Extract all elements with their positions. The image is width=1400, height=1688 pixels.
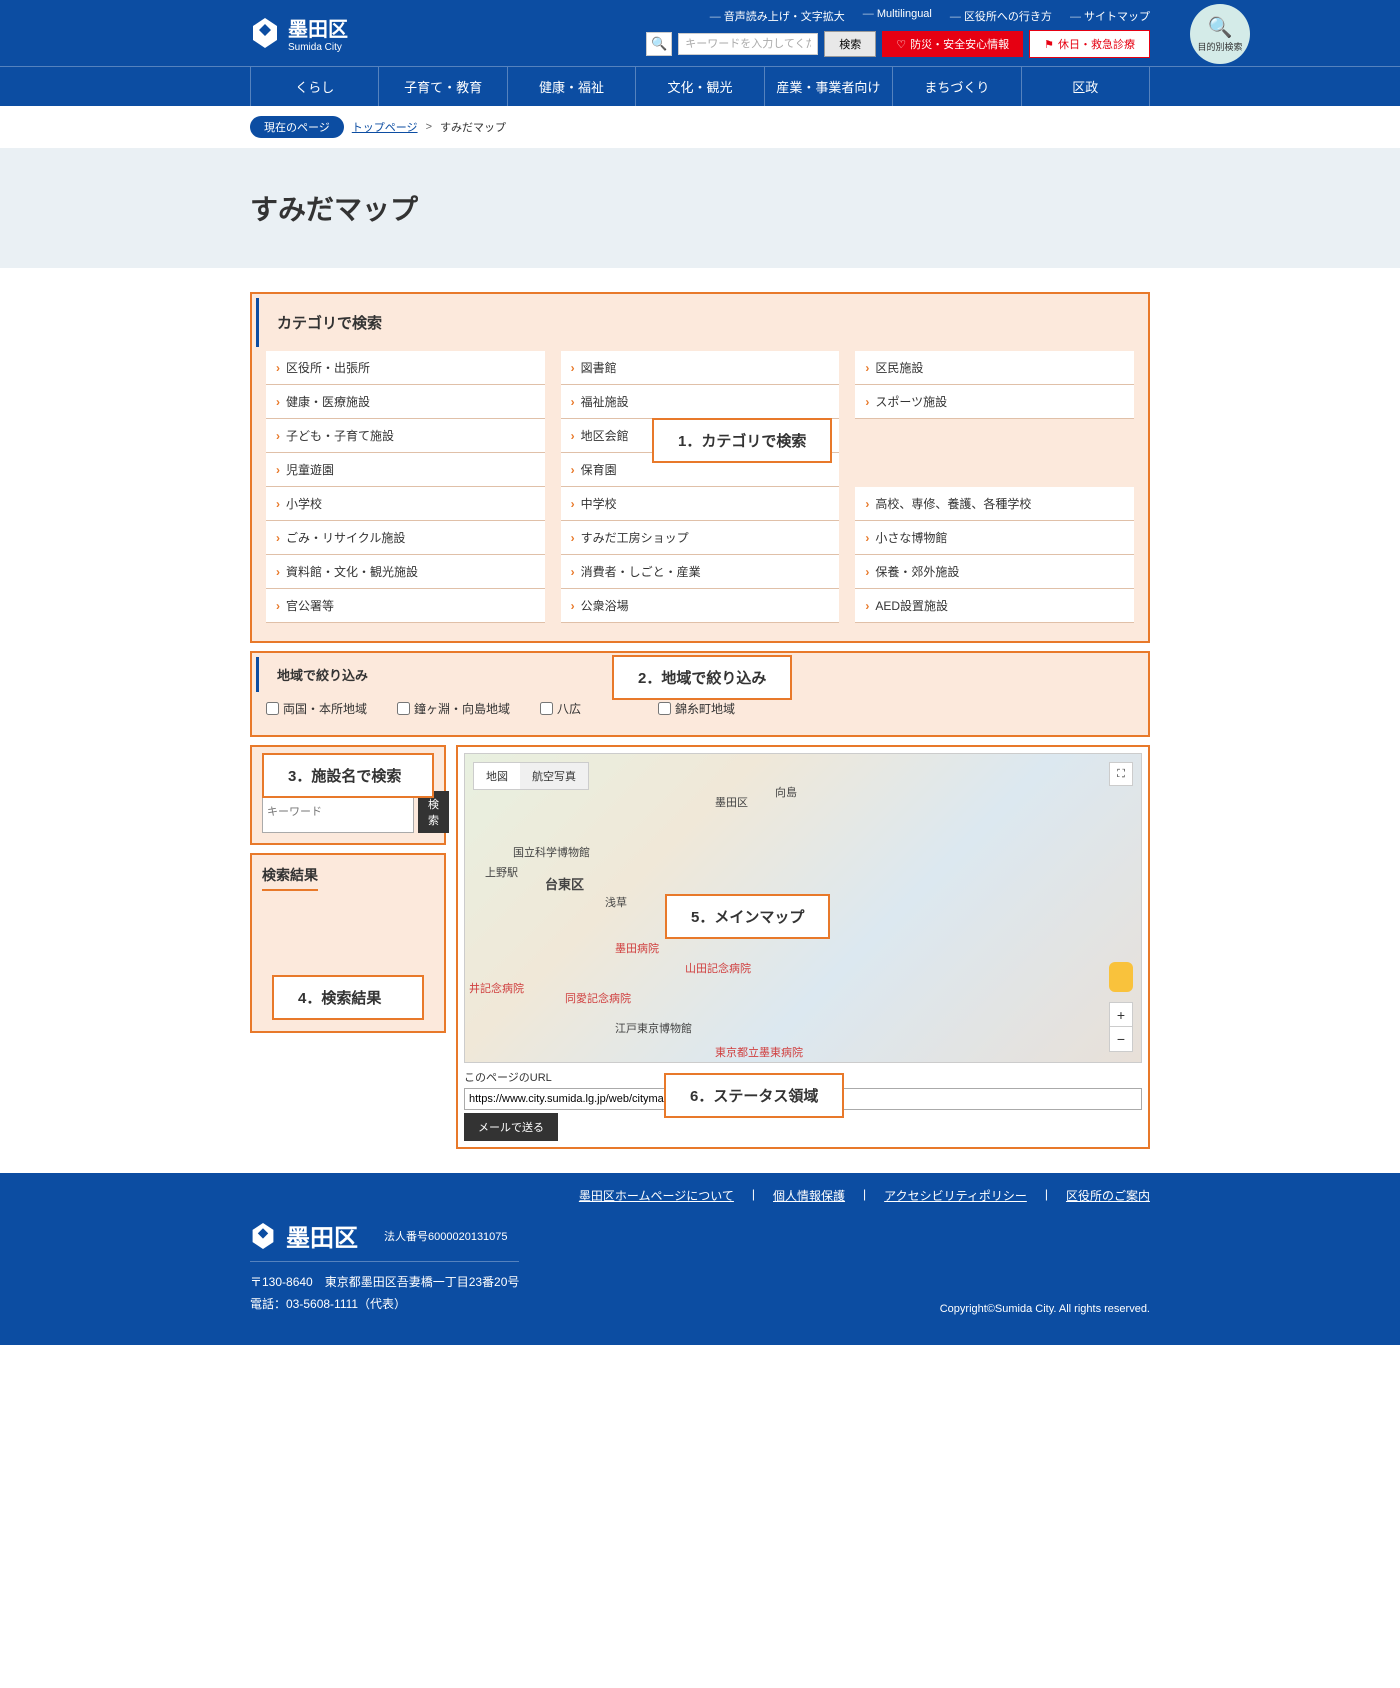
nav-machi[interactable]: まちづくり	[892, 67, 1020, 106]
emergency-button[interactable]: ⚑休日・救急診療	[1029, 30, 1150, 58]
category-panel: カテゴリで検索 区役所・出張所図書館区民施設健康・医療施設福祉施設スポーツ施設子…	[250, 292, 1150, 643]
main-map[interactable]: 地図 航空写真 ⛶ + − 台東区 上野駅 浅草 国立科学博物館 墨田区 向島	[464, 753, 1142, 1063]
send-mail-button[interactable]: メールで送る	[464, 1113, 558, 1141]
callout-3: 3．施設名で検索	[262, 753, 434, 798]
callout-2: 2．地域で絞り込み	[612, 655, 792, 700]
util-access[interactable]: 区役所への行き方	[950, 8, 1052, 24]
zoom-out-button[interactable]: −	[1110, 1027, 1132, 1051]
title-band: すみだマップ	[0, 148, 1400, 268]
breadcrumb-top[interactable]: トップページ	[352, 119, 418, 135]
region-checkbox[interactable]: 両国・本所地域	[266, 700, 367, 717]
footer-address: 〒130-8640 東京都墨田区吾妻橋一丁目23番20号	[250, 1272, 519, 1294]
category-item[interactable]: 図書館	[561, 351, 840, 385]
map-tab-satellite[interactable]: 航空写真	[520, 763, 588, 789]
category-item[interactable]: AED設置施設	[855, 589, 1134, 623]
results-heading: 検索結果	[262, 865, 318, 891]
category-heading: カテゴリで検索	[256, 298, 1144, 347]
pegman-icon[interactable]	[1109, 962, 1133, 992]
footer-logo[interactable]: 墨田区 法人番号6000020131075	[250, 1218, 519, 1253]
magnifier-icon: 🔍	[1208, 15, 1233, 40]
map-panel: 地図 航空写真 ⛶ + − 台東区 上野駅 浅草 国立科学博物館 墨田区 向島	[456, 745, 1150, 1149]
nav-kosodate[interactable]: 子育て・教育	[378, 67, 506, 106]
status-area: このページのURL メールで送る 6．ステータス領域	[464, 1069, 1142, 1141]
site-header: 墨田区 Sumida City 音声読み上げ・文字拡大 Multilingual…	[0, 0, 1400, 66]
util-sitemap[interactable]: サイトマップ	[1070, 8, 1150, 24]
callout-1: 1．カテゴリで検索	[652, 418, 832, 463]
corp-number: 法人番号6000020131075	[384, 1228, 508, 1244]
disaster-info-button[interactable]: ♡防災・安全安心情報	[882, 31, 1023, 57]
heart-icon: ♡	[896, 38, 906, 51]
site-footer: 墨田区ホームページについて| 個人情報保護| アクセシビリティポリシー| 区役所…	[0, 1173, 1400, 1345]
category-item[interactable]: 資料館・文化・観光施設	[266, 555, 545, 589]
fullscreen-button[interactable]: ⛶	[1109, 762, 1133, 786]
footer-a11y[interactable]: アクセシビリティポリシー	[884, 1187, 1027, 1204]
category-item[interactable]: スポーツ施設	[855, 385, 1134, 419]
util-lang[interactable]: Multilingual	[863, 8, 932, 24]
callout-4: 4．検索結果	[272, 975, 424, 1020]
map-tab-map[interactable]: 地図	[474, 763, 520, 789]
nav-bunka[interactable]: 文化・観光	[635, 67, 763, 106]
category-item[interactable]: 区役所・出張所	[266, 351, 545, 385]
category-item[interactable]: 健康・医療施設	[266, 385, 545, 419]
logo-kanji: 墨田区	[288, 13, 348, 42]
global-nav: くらし 子育て・教育 健康・福祉 文化・観光 産業・事業者向け まちづくり 区政	[0, 66, 1400, 106]
logo-english: Sumida City	[288, 42, 348, 53]
footer-logo-icon	[250, 1221, 276, 1251]
zoom-control: + −	[1109, 1002, 1133, 1052]
breadcrumb-current: すみだマップ	[440, 119, 506, 135]
logo-mark-icon	[250, 16, 280, 50]
facility-search-panel: 3．施設名で検索 検索	[250, 745, 446, 845]
region-checkbox[interactable]: 八広	[540, 700, 581, 717]
page-title: すみだマップ	[250, 188, 1150, 228]
copyright: Copyright©Sumida City. All rights reserv…	[940, 1303, 1150, 1315]
category-item[interactable]: 中学校	[561, 487, 840, 521]
footer-links: 墨田区ホームページについて| 個人情報保護| アクセシビリティポリシー| 区役所…	[250, 1173, 1150, 1218]
results-panel: 検索結果 4．検索結果	[250, 853, 446, 1033]
category-item[interactable]: 小学校	[266, 487, 545, 521]
callout-5: 5．メインマップ	[665, 894, 830, 939]
category-item[interactable]: 高校、専修、養護、各種学校	[855, 487, 1134, 521]
footer-privacy[interactable]: 個人情報保護	[773, 1187, 845, 1204]
region-checkbox[interactable]: 鐘ヶ淵・向島地域	[397, 700, 510, 717]
category-item[interactable]: 消費者・しごと・産業	[561, 555, 840, 589]
footer-office[interactable]: 区役所のご案内	[1066, 1187, 1150, 1204]
category-item[interactable]: 官公署等	[266, 589, 545, 623]
breadcrumb: 現在のページ トップページ > すみだマップ	[250, 106, 1150, 148]
category-item[interactable]: 児童遊園	[266, 453, 545, 487]
purpose-search-button[interactable]: 🔍 目的別検索	[1190, 4, 1250, 64]
nav-kurashi[interactable]: くらし	[250, 67, 378, 106]
breadcrumb-badge: 現在のページ	[250, 116, 344, 138]
category-item[interactable]: ごみ・リサイクル施設	[266, 521, 545, 555]
site-search-input[interactable]	[678, 33, 818, 55]
region-panel: 地域で絞り込み 両国・本所地域鐘ヶ淵・向島地域八広錦糸町地域 2．地域で絞り込み	[250, 651, 1150, 737]
category-item[interactable]: 区民施設	[855, 351, 1134, 385]
flag-icon: ⚑	[1044, 38, 1054, 51]
site-search-button[interactable]: 検索	[824, 31, 876, 57]
utility-nav: 音声読み上げ・文字拡大 Multilingual 区役所への行き方 サイトマップ	[710, 8, 1150, 24]
category-item[interactable]: 福祉施設	[561, 385, 840, 419]
category-item[interactable]: 公衆浴場	[561, 589, 840, 623]
category-item[interactable]: 子ども・子育て施設	[266, 419, 545, 453]
region-checkbox[interactable]: 錦糸町地域	[658, 700, 735, 717]
site-logo[interactable]: 墨田区 Sumida City	[250, 13, 348, 53]
category-item[interactable]: 小さな博物館	[855, 521, 1134, 555]
category-item[interactable]: 保養・郊外施設	[855, 555, 1134, 589]
util-voice[interactable]: 音声読み上げ・文字拡大	[710, 8, 845, 24]
callout-6: 6．ステータス領域	[664, 1073, 844, 1118]
zoom-in-button[interactable]: +	[1110, 1003, 1132, 1027]
footer-about[interactable]: 墨田区ホームページについて	[579, 1187, 734, 1204]
footer-phone: 電話：03-5608-1111（代表）	[250, 1294, 519, 1316]
map-type-tabs: 地図 航空写真	[473, 762, 589, 790]
nav-kenko[interactable]: 健康・福祉	[507, 67, 635, 106]
nav-kusei[interactable]: 区政	[1021, 67, 1150, 106]
search-icon: 🔍	[646, 32, 672, 56]
nav-sangyo[interactable]: 産業・事業者向け	[764, 67, 892, 106]
category-item[interactable]: すみだ工房ショップ	[561, 521, 840, 555]
